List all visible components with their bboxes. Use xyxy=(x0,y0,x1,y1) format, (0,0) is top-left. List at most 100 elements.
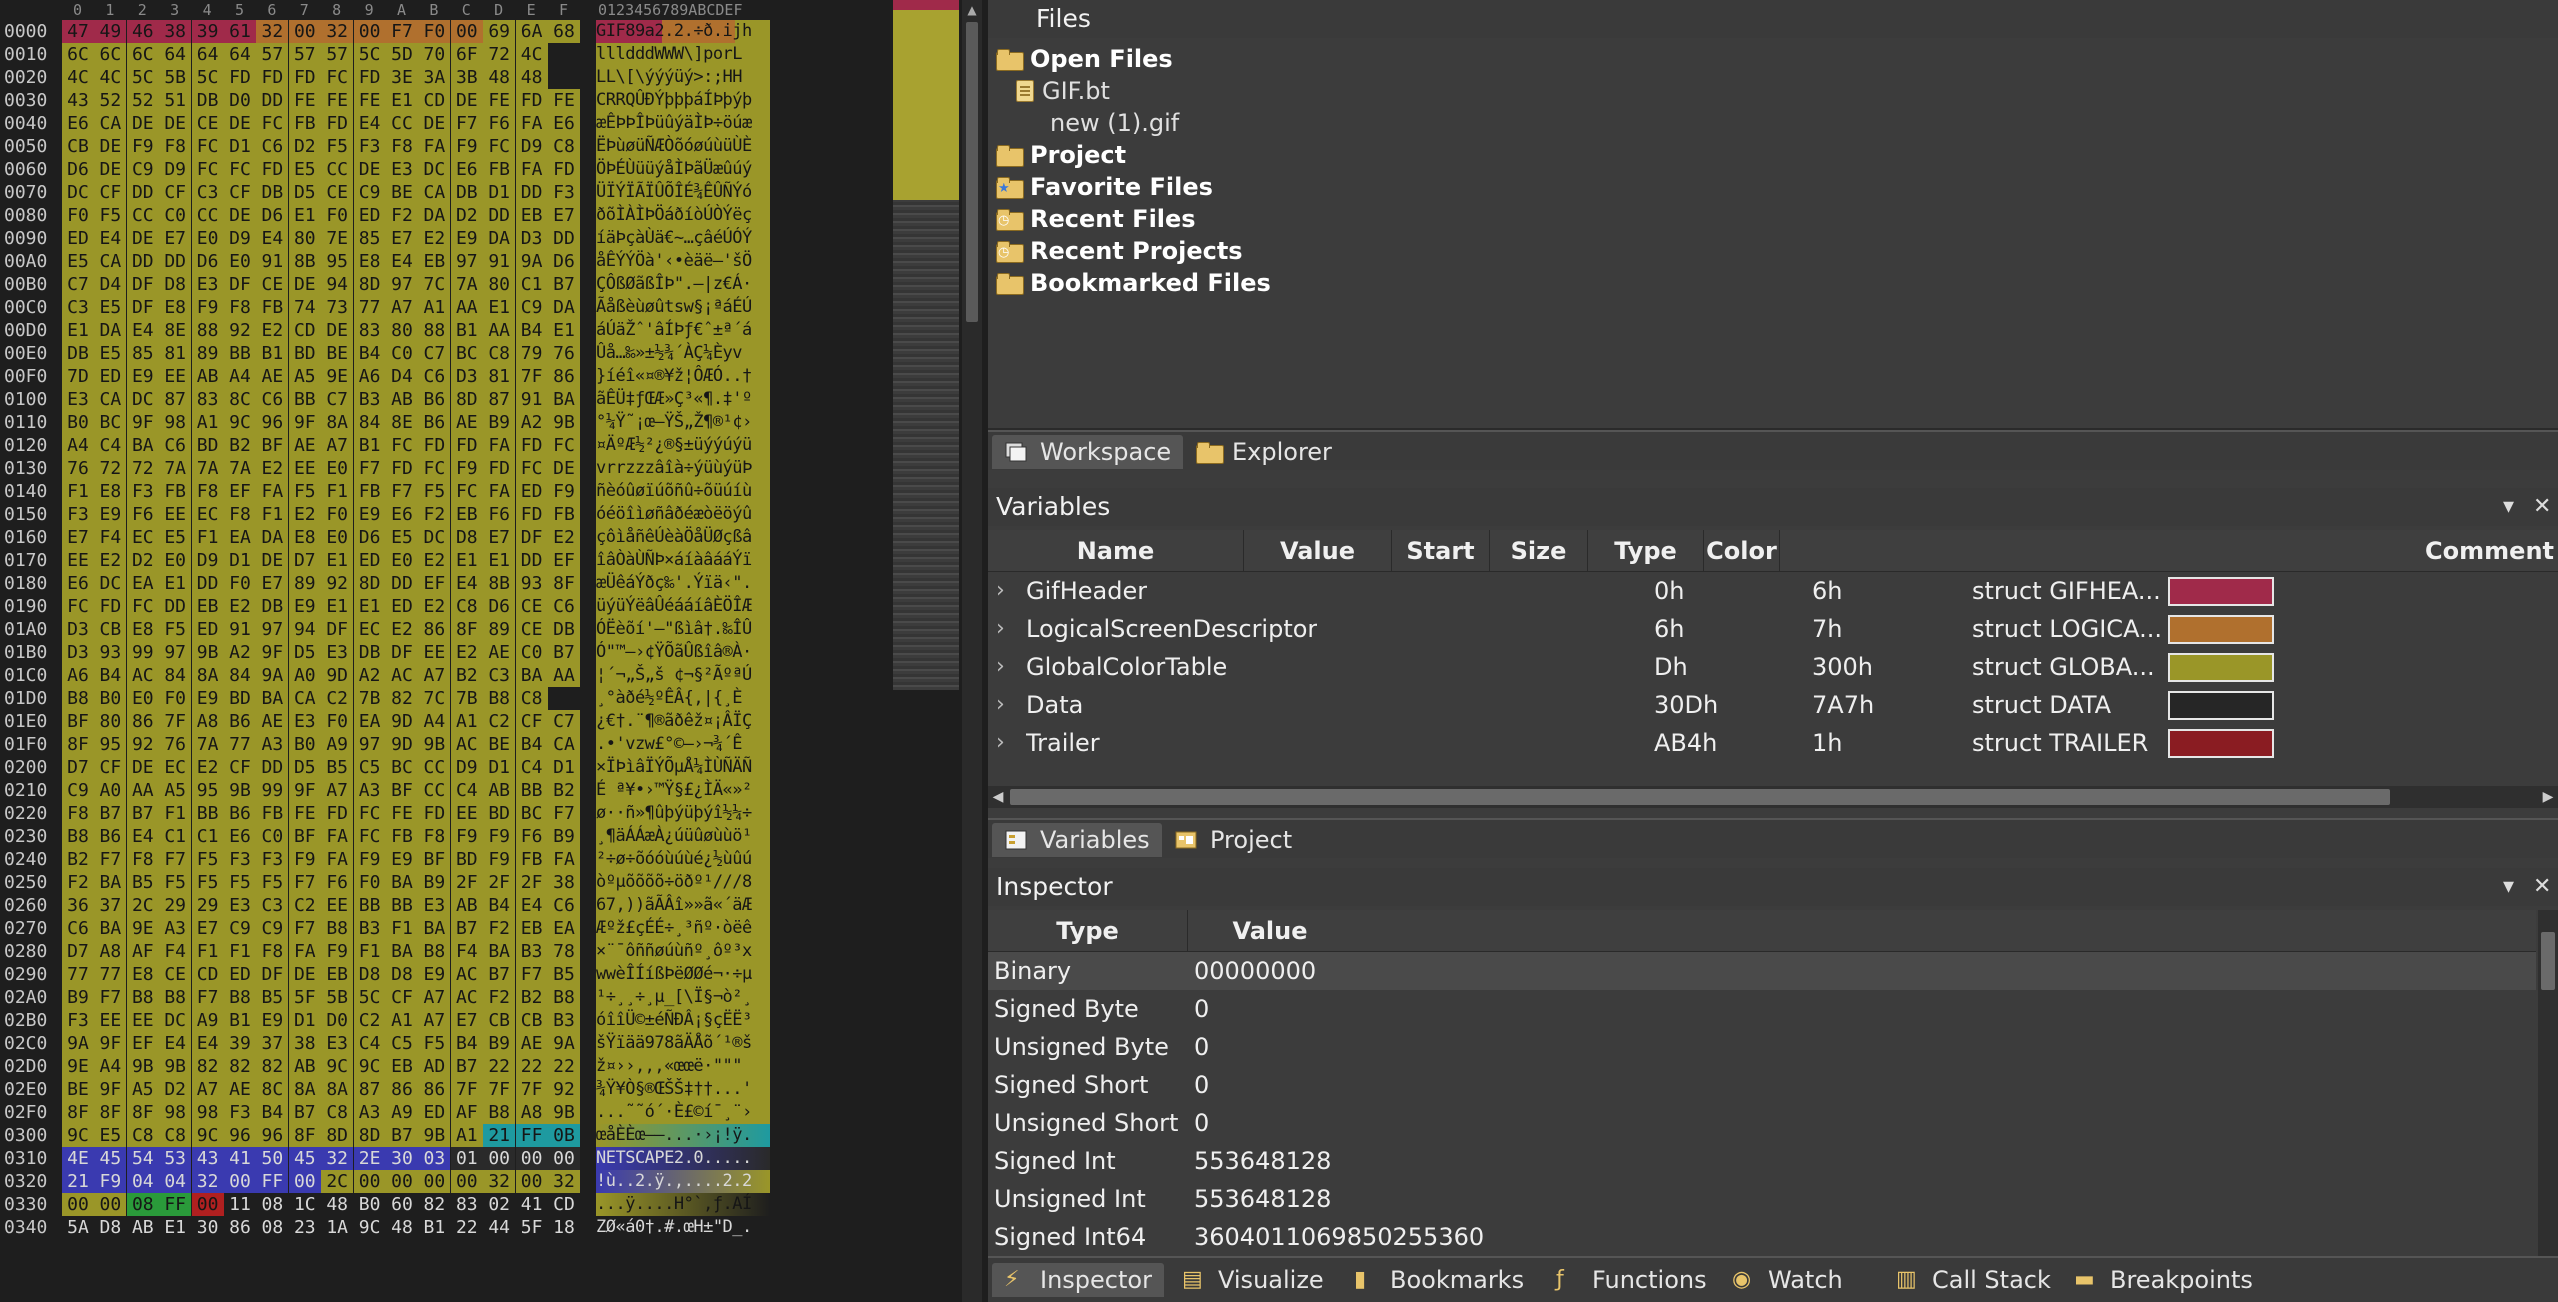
hex-byte[interactable]: BA xyxy=(94,871,127,894)
hex-byte[interactable]: E2 xyxy=(418,227,451,250)
hex-byte[interactable]: CB xyxy=(62,135,94,158)
hex-byte[interactable]: BB xyxy=(191,802,224,825)
hex-byte[interactable]: FC xyxy=(126,595,159,618)
hex-ascii[interactable]: GIF89a2.2.÷ð.ijh xyxy=(596,20,770,43)
hex-byte[interactable]: EA xyxy=(126,572,159,595)
hex-byte[interactable]: DA xyxy=(256,526,289,549)
hex-byte[interactable]: E4 xyxy=(386,250,418,273)
hex-byte[interactable]: BA xyxy=(386,871,418,894)
hex-byte[interactable]: E6 xyxy=(386,503,418,526)
hex-byte[interactable]: 94 xyxy=(321,273,354,296)
hex-row[interactable]: 0330 00 00 08 FF 00 11 08 1C 48 B0 60 82 83 02 41 CD ...ÿ… xyxy=(0,1193,780,1216)
hex-byte[interactable]: FD xyxy=(224,66,256,89)
hex-byte[interactable]: F1 xyxy=(256,503,289,526)
hex-byte[interactable]: F0 xyxy=(62,204,94,227)
hex-byte[interactable]: A5 xyxy=(126,1078,159,1101)
hex-ascii[interactable]: óéöîìøñâðéæòëöýû xyxy=(596,503,770,526)
hex-byte[interactable]: 9E xyxy=(321,365,354,388)
hex-byte[interactable]: AB xyxy=(126,1216,159,1239)
hex-byte[interactable]: DE xyxy=(288,963,321,986)
hex-byte[interactable]: D3 xyxy=(62,641,94,664)
hex-byte[interactable]: C2 xyxy=(483,710,516,733)
hex-byte[interactable]: 83 xyxy=(450,1193,483,1216)
hex-byte[interactable]: 57 xyxy=(288,43,321,66)
hex-byte[interactable]: E9 xyxy=(450,227,483,250)
hex-byte[interactable]: F7 xyxy=(191,986,224,1009)
hex-byte[interactable]: EF xyxy=(224,480,256,503)
hex-ascii[interactable]: ...˜˜ó´·È£©í¯¸¨› xyxy=(596,1101,770,1124)
hex-row[interactable]: 01B0 D3 93 99 97 9B A2 9F D5 E3 DB DF EE E2 AE C0 B7 Ó"™—… xyxy=(0,641,780,664)
hex-byte[interactable]: 5C xyxy=(353,43,386,66)
hex-byte[interactable]: DF xyxy=(126,296,159,319)
hex-ascii[interactable]: °¼Ÿ˜¡œ–ŸŠ„Ž¶®¹¢› xyxy=(596,411,770,434)
hex-byte[interactable]: 01 xyxy=(450,1147,483,1170)
hex-byte[interactable]: D3 xyxy=(450,365,483,388)
hex-byte[interactable]: F7 xyxy=(548,802,580,825)
hex-byte[interactable]: FC xyxy=(256,112,289,135)
hex-row[interactable]: 0270 C6 BA 9E A3 E7 C9 C9 F7 B8 B3 F1 BA B7 F2 EB EA Æºž£… xyxy=(0,917,780,940)
files-tree-item[interactable]: ★ Favorite Files xyxy=(996,172,1213,202)
hex-byte[interactable]: F5 xyxy=(288,480,321,503)
hex-ascii[interactable]: }íéî«¤®¥ž¦ÔÆÓ..† xyxy=(596,365,770,388)
hex-byte[interactable]: DE xyxy=(159,112,192,135)
hex-byte[interactable]: E9 xyxy=(386,848,418,871)
hex-byte[interactable]: E3 xyxy=(418,894,451,917)
hex-byte[interactable]: FF xyxy=(256,1170,289,1193)
hex-byte[interactable]: F9 xyxy=(191,296,224,319)
hex-byte[interactable]: 9C xyxy=(62,1124,94,1147)
hex-byte[interactable]: 89 xyxy=(483,618,516,641)
hex-byte[interactable]: 00 xyxy=(450,20,483,43)
hex-byte[interactable]: BF xyxy=(62,710,94,733)
hex-byte[interactable]: FB xyxy=(256,296,289,319)
hex-byte[interactable]: EA xyxy=(224,526,256,549)
hex-byte[interactable]: B3 xyxy=(353,388,386,411)
hex-byte[interactable]: 9F xyxy=(126,411,159,434)
hex-byte[interactable]: F9 xyxy=(483,825,516,848)
hex-byte[interactable]: D1 xyxy=(483,181,516,204)
hex-byte[interactable]: BA xyxy=(418,917,451,940)
hex-byte[interactable]: C4 xyxy=(515,756,548,779)
hex-byte[interactable]: FA xyxy=(288,940,321,963)
variable-color-swatch[interactable] xyxy=(2168,691,2274,720)
inspector-vscrollbar[interactable] xyxy=(2538,910,2558,1256)
hex-byte[interactable]: E2 xyxy=(224,595,256,618)
hex-byte[interactable]: BB xyxy=(224,342,256,365)
hex-byte[interactable]: 30 xyxy=(191,1216,224,1239)
hex-byte[interactable]: C2 xyxy=(321,687,354,710)
hex-ascii[interactable]: óîîÜ©±éÑÐÂ¡§çËË³ xyxy=(596,1009,770,1032)
hex-byte[interactable]: 9C xyxy=(321,1055,354,1078)
hex-byte[interactable]: E3 xyxy=(62,388,94,411)
hex-byte[interactable]: FD xyxy=(515,503,548,526)
hex-byte[interactable]: EC xyxy=(191,503,224,526)
hex-byte[interactable]: 8A xyxy=(288,1078,321,1101)
hex-byte[interactable]: E2 xyxy=(191,756,224,779)
hex-byte[interactable]: F9 xyxy=(288,848,321,871)
hex-byte[interactable]: A4 xyxy=(418,710,451,733)
hex-byte[interactable]: E5 xyxy=(386,526,418,549)
hex-byte[interactable]: A1 xyxy=(418,296,451,319)
hex-ascii[interactable]: ãÊÜ‡ƒŒÆ»Ç³«¶.‡'º xyxy=(596,388,770,411)
hex-byte[interactable]: EE xyxy=(321,894,354,917)
hex-byte[interactable]: D0 xyxy=(321,1009,354,1032)
column-start[interactable]: Start xyxy=(1392,530,1490,572)
hex-byte[interactable]: B7 xyxy=(548,641,580,664)
hex-byte[interactable]: FC xyxy=(191,158,224,181)
hex-byte[interactable]: BB xyxy=(288,388,321,411)
hex-byte[interactable]: AF xyxy=(450,1101,483,1124)
inspector-row[interactable]: Signed Int64 3604011069850255360 xyxy=(988,1218,2536,1256)
hex-byte[interactable]: E6 xyxy=(62,572,94,595)
hex-byte[interactable]: E2 xyxy=(548,526,580,549)
hex-ascii[interactable]: îâÒàÙÑÞ×áíàâááÝï xyxy=(596,549,770,572)
hex-byte[interactable]: 2F xyxy=(450,871,483,894)
hex-ascii[interactable]: ¸°àðé½ºÊÂ{‚|{¸È xyxy=(596,687,770,710)
hex-byte[interactable]: 82 xyxy=(224,1055,256,1078)
scroll-up-icon[interactable]: ▲ xyxy=(962,0,982,20)
hex-byte[interactable]: EC xyxy=(353,618,386,641)
hex-byte[interactable]: DD xyxy=(386,572,418,595)
hex-byte[interactable]: 84 xyxy=(159,664,192,687)
hex-byte[interactable]: 94 xyxy=(288,618,321,641)
hex-byte[interactable]: FB xyxy=(288,112,321,135)
hex-byte[interactable]: E7 xyxy=(548,204,580,227)
hex-byte[interactable]: 00 xyxy=(288,1170,321,1193)
hex-byte[interactable]: 08 xyxy=(126,1193,159,1216)
